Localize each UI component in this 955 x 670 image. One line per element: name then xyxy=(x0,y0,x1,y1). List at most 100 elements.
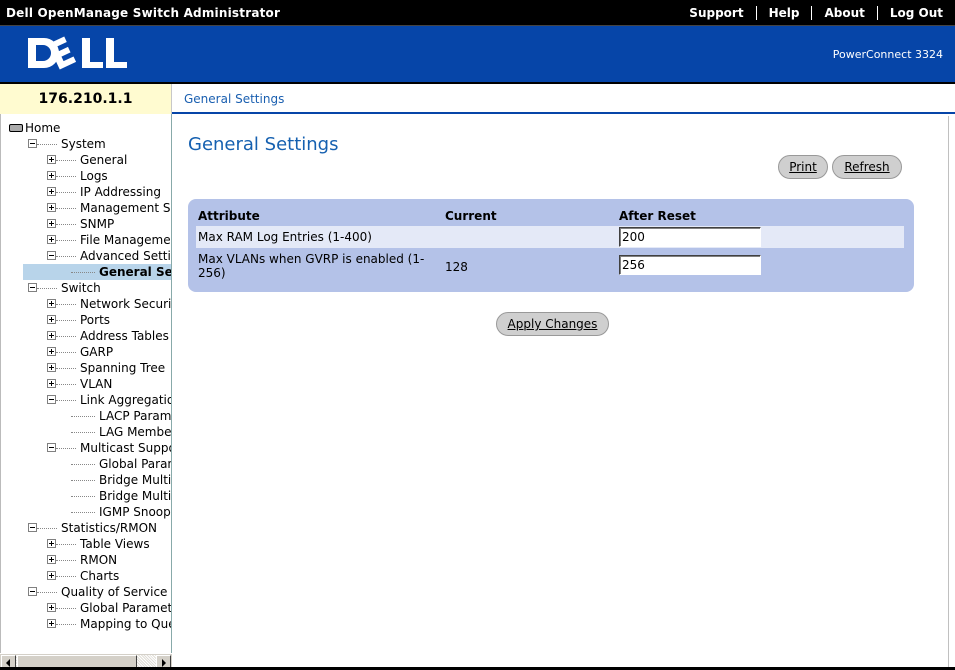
sidebar-item-garp[interactable]: GARP xyxy=(1,344,171,360)
collapse-icon[interactable] xyxy=(28,523,37,532)
expand-icon[interactable] xyxy=(47,155,56,164)
sidebar-item-system[interactable]: System xyxy=(1,136,171,152)
tree-connector xyxy=(71,512,95,513)
sidebar-item-snmp[interactable]: SNMP xyxy=(1,216,171,232)
sidebar-item-label: Spanning Tree xyxy=(80,361,166,375)
sidebar-item-general[interactable]: General xyxy=(1,152,171,168)
current-cell: 128 xyxy=(445,260,468,274)
tree-connector xyxy=(56,160,76,161)
expand-icon[interactable] xyxy=(47,603,56,612)
sidebar-item-label: Multicast Suppo xyxy=(80,441,172,455)
about-link[interactable]: About xyxy=(812,0,876,26)
sidebar-item-advanced-settin[interactable]: Advanced Settin xyxy=(1,248,171,264)
table-row: Max RAM Log Entries (1-400) xyxy=(196,226,904,248)
product-name: PowerConnect 3324 xyxy=(832,48,943,61)
sidebar-item-link-aggregation[interactable]: Link Aggregation xyxy=(1,392,172,408)
sidebar-item-statistics-rmon[interactable]: Statistics/RMON xyxy=(1,520,171,536)
sidebar-item-label: System xyxy=(61,137,106,151)
sidebar-item-charts[interactable]: Charts xyxy=(1,568,171,584)
tree-connector xyxy=(56,448,76,449)
sidebar-item-label: Statistics/RMON xyxy=(61,521,158,535)
sidebar-item-label: Link Aggregation xyxy=(80,393,172,407)
collapse-icon[interactable] xyxy=(47,443,56,452)
expand-icon[interactable] xyxy=(47,235,56,244)
support-link[interactable]: Support xyxy=(677,0,755,26)
print-button[interactable]: Print xyxy=(778,155,828,179)
tree-connector xyxy=(56,208,76,209)
logout-link[interactable]: Log Out xyxy=(878,0,955,26)
sidebar-item-management-se[interactable]: Management Se xyxy=(1,200,171,216)
sidebar-item-ports[interactable]: Ports xyxy=(1,312,171,328)
sidebar-item-vlan[interactable]: VLAN xyxy=(1,376,171,392)
apply-changes-button[interactable]: Apply Changes xyxy=(496,312,609,336)
tree-connector xyxy=(56,304,76,305)
expand-icon[interactable] xyxy=(47,203,56,212)
sidebar-item-lacp-param[interactable]: LACP Param xyxy=(1,408,172,424)
expand-icon[interactable] xyxy=(47,187,56,196)
app-title: Dell OpenManage Switch Administrator xyxy=(6,6,281,20)
sidebar-item-network-securit[interactable]: Network Securit xyxy=(1,296,171,312)
sidebar-item-mapping-to-que[interactable]: Mapping to Que xyxy=(1,616,171,632)
tree-connector xyxy=(37,592,57,593)
breadcrumb-bar: General Settings xyxy=(172,84,955,114)
expand-icon[interactable] xyxy=(47,555,56,564)
sidebar-item-bridge-multic[interactable]: Bridge Multic xyxy=(1,472,171,488)
sidebar-item-igmp-snoop[interactable]: IGMP Snoop xyxy=(1,504,171,520)
collapse-icon[interactable] xyxy=(28,139,37,148)
expand-icon[interactable] xyxy=(47,363,56,372)
max-ram-log-entries-input[interactable] xyxy=(619,227,761,247)
help-link[interactable]: Help xyxy=(757,0,812,26)
max-vlans-gvrp-input[interactable] xyxy=(619,255,761,275)
sidebar-item-label: File Managemen xyxy=(80,233,172,247)
home-icon xyxy=(9,124,23,132)
tree-connector xyxy=(56,224,76,225)
sidebar-item-rmon[interactable]: RMON xyxy=(1,552,171,568)
sidebar-item-general-set[interactable]: General Set xyxy=(1,264,171,280)
expand-icon[interactable] xyxy=(47,379,56,388)
sidebar-item-address-tables[interactable]: Address Tables xyxy=(1,328,171,344)
tree-connector xyxy=(71,432,95,433)
expand-icon[interactable] xyxy=(47,619,56,628)
sidebar-item-bridge-multic[interactable]: Bridge Multic xyxy=(1,488,171,504)
collapse-icon[interactable] xyxy=(47,251,56,260)
tree-connector xyxy=(56,608,76,609)
sidebar-item-multicast-suppo[interactable]: Multicast Suppo xyxy=(1,440,172,456)
sidebar-item-label: GARP xyxy=(80,345,114,359)
collapse-icon[interactable] xyxy=(28,283,37,292)
main-scroll-rail xyxy=(948,116,955,670)
sidebar-item-spanning-tree[interactable]: Spanning Tree xyxy=(1,360,171,376)
sidebar-item-table-views[interactable]: Table Views xyxy=(1,536,171,552)
tree-connector xyxy=(37,144,57,145)
sidebar-item-label: IGMP Snoop xyxy=(99,505,171,519)
sidebar-item-file-managemen[interactable]: File Managemen xyxy=(1,232,172,248)
sidebar-item-label: LACP Param xyxy=(99,409,172,423)
breadcrumb: General Settings xyxy=(184,92,285,106)
sidebar-item-global-paramete[interactable]: Global Paramete xyxy=(1,600,171,616)
sidebar-item-label: Table Views xyxy=(80,537,150,551)
expand-icon[interactable] xyxy=(47,171,56,180)
sidebar-item-ip-addressing[interactable]: IP Addressing xyxy=(1,184,171,200)
sidebar-item-home[interactable]: Home xyxy=(1,120,171,136)
refresh-button[interactable]: Refresh xyxy=(832,155,902,179)
collapse-icon[interactable] xyxy=(47,395,56,404)
tree-connector xyxy=(56,336,76,337)
expand-icon[interactable] xyxy=(47,347,56,356)
sidebar-item-switch[interactable]: Switch xyxy=(1,280,171,296)
sidebar-item-label: General xyxy=(80,153,128,167)
attribute-cell: Max VLANs when GVRP is enabled (1-256) xyxy=(198,252,425,280)
sidebar-item-logs[interactable]: Logs xyxy=(1,168,171,184)
expand-icon[interactable] xyxy=(47,315,56,324)
expand-icon[interactable] xyxy=(47,299,56,308)
tree-connector xyxy=(56,192,76,193)
sidebar-item-global-paran[interactable]: Global Paran xyxy=(1,456,171,472)
expand-icon[interactable] xyxy=(47,331,56,340)
expand-icon[interactable] xyxy=(47,571,56,580)
expand-icon[interactable] xyxy=(47,219,56,228)
sidebar-item-quality-of-service[interactable]: Quality of Service xyxy=(1,584,171,600)
tree-connector xyxy=(37,288,57,289)
collapse-icon[interactable] xyxy=(28,587,37,596)
tree-connector xyxy=(71,496,95,497)
header-current: Current xyxy=(445,209,497,223)
sidebar-item-lag-membe[interactable]: LAG Membe xyxy=(1,424,171,440)
expand-icon[interactable] xyxy=(47,539,56,548)
